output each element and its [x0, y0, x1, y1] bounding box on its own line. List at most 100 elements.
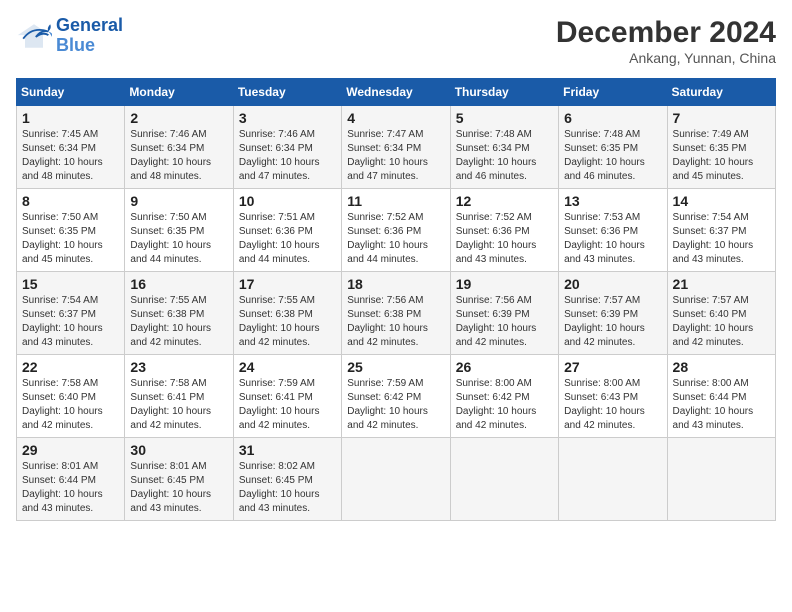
day-info: Sunrise: 7:50 AM Sunset: 6:35 PM Dayligh…: [22, 211, 119, 267]
calendar-day: 24 Sunrise: 7:59 AM Sunset: 6:41 PM Dayli…: [233, 355, 341, 438]
day-info: Sunrise: 7:57 AM Sunset: 6:40 PM Dayligh…: [673, 294, 770, 350]
calendar-day: 21 Sunrise: 7:57 AM Sunset: 6:40 PM Dayli…: [667, 272, 775, 355]
day-number: 4: [347, 110, 444, 126]
weekday-header: Thursday: [450, 79, 558, 106]
empty-day: [342, 438, 450, 521]
day-info: Sunrise: 8:00 AM Sunset: 6:42 PM Dayligh…: [456, 377, 553, 433]
day-info: Sunrise: 7:49 AM Sunset: 6:35 PM Dayligh…: [673, 128, 770, 184]
weekday-header: Monday: [125, 79, 233, 106]
weekday-header: Sunday: [17, 79, 125, 106]
calendar-day: 28Sunrise: 8:00 AM Sunset: 6:44 PM Dayli…: [667, 355, 775, 438]
day-number: 8: [22, 193, 119, 209]
day-info: Sunrise: 7:56 AM Sunset: 6:39 PM Dayligh…: [456, 294, 553, 350]
day-number: 2: [130, 110, 227, 126]
calendar-day: 6 Sunrise: 7:48 AM Sunset: 6:35 PM Daylig…: [559, 106, 667, 189]
day-info: Sunrise: 7:59 AM Sunset: 6:41 PM Dayligh…: [239, 377, 336, 433]
calendar-day: 30Sunrise: 8:01 AM Sunset: 6:45 PM Dayli…: [125, 438, 233, 521]
day-number: 1: [22, 110, 119, 126]
day-info: Sunrise: 7:53 AM Sunset: 6:36 PM Dayligh…: [564, 211, 661, 267]
empty-day: [667, 438, 775, 521]
day-number: 12: [456, 193, 553, 209]
day-info: Sunrise: 7:56 AM Sunset: 6:38 PM Dayligh…: [347, 294, 444, 350]
day-number: 21: [673, 276, 770, 292]
day-number: 14: [673, 193, 770, 209]
calendar-day: 13 Sunrise: 7:53 AM Sunset: 6:36 PM Dayli…: [559, 189, 667, 272]
weekday-header: Saturday: [667, 79, 775, 106]
day-info: Sunrise: 8:00 AM Sunset: 6:43 PM Dayligh…: [564, 377, 661, 433]
day-number: 9: [130, 193, 227, 209]
day-number: 10: [239, 193, 336, 209]
day-info: Sunrise: 7:52 AM Sunset: 6:36 PM Dayligh…: [347, 211, 444, 267]
day-info: Sunrise: 8:01 AM Sunset: 6:45 PM Dayligh…: [130, 460, 227, 516]
calendar-day: 12 Sunrise: 7:52 AM Sunset: 6:36 PM Dayli…: [450, 189, 558, 272]
day-info: Sunrise: 7:58 AM Sunset: 6:41 PM Dayligh…: [130, 377, 227, 433]
day-info: Sunrise: 7:48 AM Sunset: 6:35 PM Dayligh…: [564, 128, 661, 184]
day-number: 6: [564, 110, 661, 126]
calendar-day: 23 Sunrise: 7:58 AM Sunset: 6:41 PM Dayli…: [125, 355, 233, 438]
calendar-day: 9 Sunrise: 7:50 AM Sunset: 6:35 PM Daylig…: [125, 189, 233, 272]
calendar-day: 14 Sunrise: 7:54 AM Sunset: 6:37 PM Dayli…: [667, 189, 775, 272]
day-info: Sunrise: 7:57 AM Sunset: 6:39 PM Dayligh…: [564, 294, 661, 350]
calendar-day: 10 Sunrise: 7:51 AM Sunset: 6:36 PM Dayli…: [233, 189, 341, 272]
calendar-day: 2 Sunrise: 7:46 AM Sunset: 6:34 PM Daylig…: [125, 106, 233, 189]
day-number: 26: [456, 359, 553, 375]
day-number: 25: [347, 359, 444, 375]
day-number: 5: [456, 110, 553, 126]
month-title: December 2024: [556, 16, 776, 50]
day-info: Sunrise: 7:54 AM Sunset: 6:37 PM Dayligh…: [673, 211, 770, 267]
day-number: 16: [130, 276, 227, 292]
day-number: 20: [564, 276, 661, 292]
calendar-day: 20 Sunrise: 7:57 AM Sunset: 6:39 PM Dayli…: [559, 272, 667, 355]
calendar-day: 16Sunrise: 7:55 AM Sunset: 6:38 PM Dayli…: [125, 272, 233, 355]
empty-day: [559, 438, 667, 521]
day-info: Sunrise: 7:46 AM Sunset: 6:34 PM Dayligh…: [130, 128, 227, 184]
logo-icon: [16, 22, 52, 50]
day-number: 31: [239, 442, 336, 458]
calendar-day: 27 Sunrise: 8:00 AM Sunset: 6:43 PM Dayli…: [559, 355, 667, 438]
day-number: 15: [22, 276, 119, 292]
day-number: 23: [130, 359, 227, 375]
day-info: Sunrise: 8:01 AM Sunset: 6:44 PM Dayligh…: [22, 460, 119, 516]
logo-text: GeneralBlue: [56, 16, 123, 56]
calendar-day: 15Sunrise: 7:54 AM Sunset: 6:37 PM Dayli…: [17, 272, 125, 355]
day-number: 22: [22, 359, 119, 375]
calendar-day: 26 Sunrise: 8:00 AM Sunset: 6:42 PM Dayli…: [450, 355, 558, 438]
weekday-header: Friday: [559, 79, 667, 106]
day-info: Sunrise: 7:52 AM Sunset: 6:36 PM Dayligh…: [456, 211, 553, 267]
day-number: 28: [673, 359, 770, 375]
weekday-header: Tuesday: [233, 79, 341, 106]
calendar-day: 1Sunrise: 7:45 AM Sunset: 6:34 PM Daylig…: [17, 106, 125, 189]
calendar-table: SundayMondayTuesdayWednesdayThursdayFrid…: [16, 78, 776, 521]
calendar-day: 4 Sunrise: 7:47 AM Sunset: 6:34 PM Daylig…: [342, 106, 450, 189]
calendar-day: 11Sunrise: 7:52 AM Sunset: 6:36 PM Dayli…: [342, 189, 450, 272]
day-info: Sunrise: 7:50 AM Sunset: 6:35 PM Dayligh…: [130, 211, 227, 267]
day-info: Sunrise: 7:58 AM Sunset: 6:40 PM Dayligh…: [22, 377, 119, 433]
day-info: Sunrise: 7:47 AM Sunset: 6:34 PM Dayligh…: [347, 128, 444, 184]
title-block: December 2024 Ankang, Yunnan, China: [556, 16, 776, 66]
calendar-day: 3Sunrise: 7:46 AM Sunset: 6:34 PM Daylig…: [233, 106, 341, 189]
calendar-day: 17 Sunrise: 7:55 AM Sunset: 6:38 PM Dayli…: [233, 272, 341, 355]
calendar-day: 29 Sunrise: 8:01 AM Sunset: 6:44 PM Dayli…: [17, 438, 125, 521]
logo: GeneralBlue: [16, 16, 123, 56]
day-number: 29: [22, 442, 119, 458]
day-number: 17: [239, 276, 336, 292]
weekday-header: Wednesday: [342, 79, 450, 106]
calendar-day: 22 Sunrise: 7:58 AM Sunset: 6:40 PM Dayli…: [17, 355, 125, 438]
day-number: 13: [564, 193, 661, 209]
day-number: 7: [673, 110, 770, 126]
calendar-day: 25 Sunrise: 7:59 AM Sunset: 6:42 PM Dayli…: [342, 355, 450, 438]
calendar-day: 7 Sunrise: 7:49 AM Sunset: 6:35 PM Daylig…: [667, 106, 775, 189]
calendar-day: 5 Sunrise: 7:48 AM Sunset: 6:34 PM Daylig…: [450, 106, 558, 189]
calendar-day: 8 Sunrise: 7:50 AM Sunset: 6:35 PM Daylig…: [17, 189, 125, 272]
day-number: 27: [564, 359, 661, 375]
day-info: Sunrise: 7:46 AM Sunset: 6:34 PM Dayligh…: [239, 128, 336, 184]
day-number: 19: [456, 276, 553, 292]
day-info: Sunrise: 7:48 AM Sunset: 6:34 PM Dayligh…: [456, 128, 553, 184]
calendar-day: 19 Sunrise: 7:56 AM Sunset: 6:39 PM Dayli…: [450, 272, 558, 355]
day-number: 24: [239, 359, 336, 375]
calendar-day: 18Sunrise: 7:56 AM Sunset: 6:38 PM Dayli…: [342, 272, 450, 355]
day-info: Sunrise: 7:55 AM Sunset: 6:38 PM Dayligh…: [239, 294, 336, 350]
day-info: Sunrise: 7:51 AM Sunset: 6:36 PM Dayligh…: [239, 211, 336, 267]
calendar-day: 31Sunrise: 8:02 AM Sunset: 6:45 PM Dayli…: [233, 438, 341, 521]
day-info: Sunrise: 7:59 AM Sunset: 6:42 PM Dayligh…: [347, 377, 444, 433]
